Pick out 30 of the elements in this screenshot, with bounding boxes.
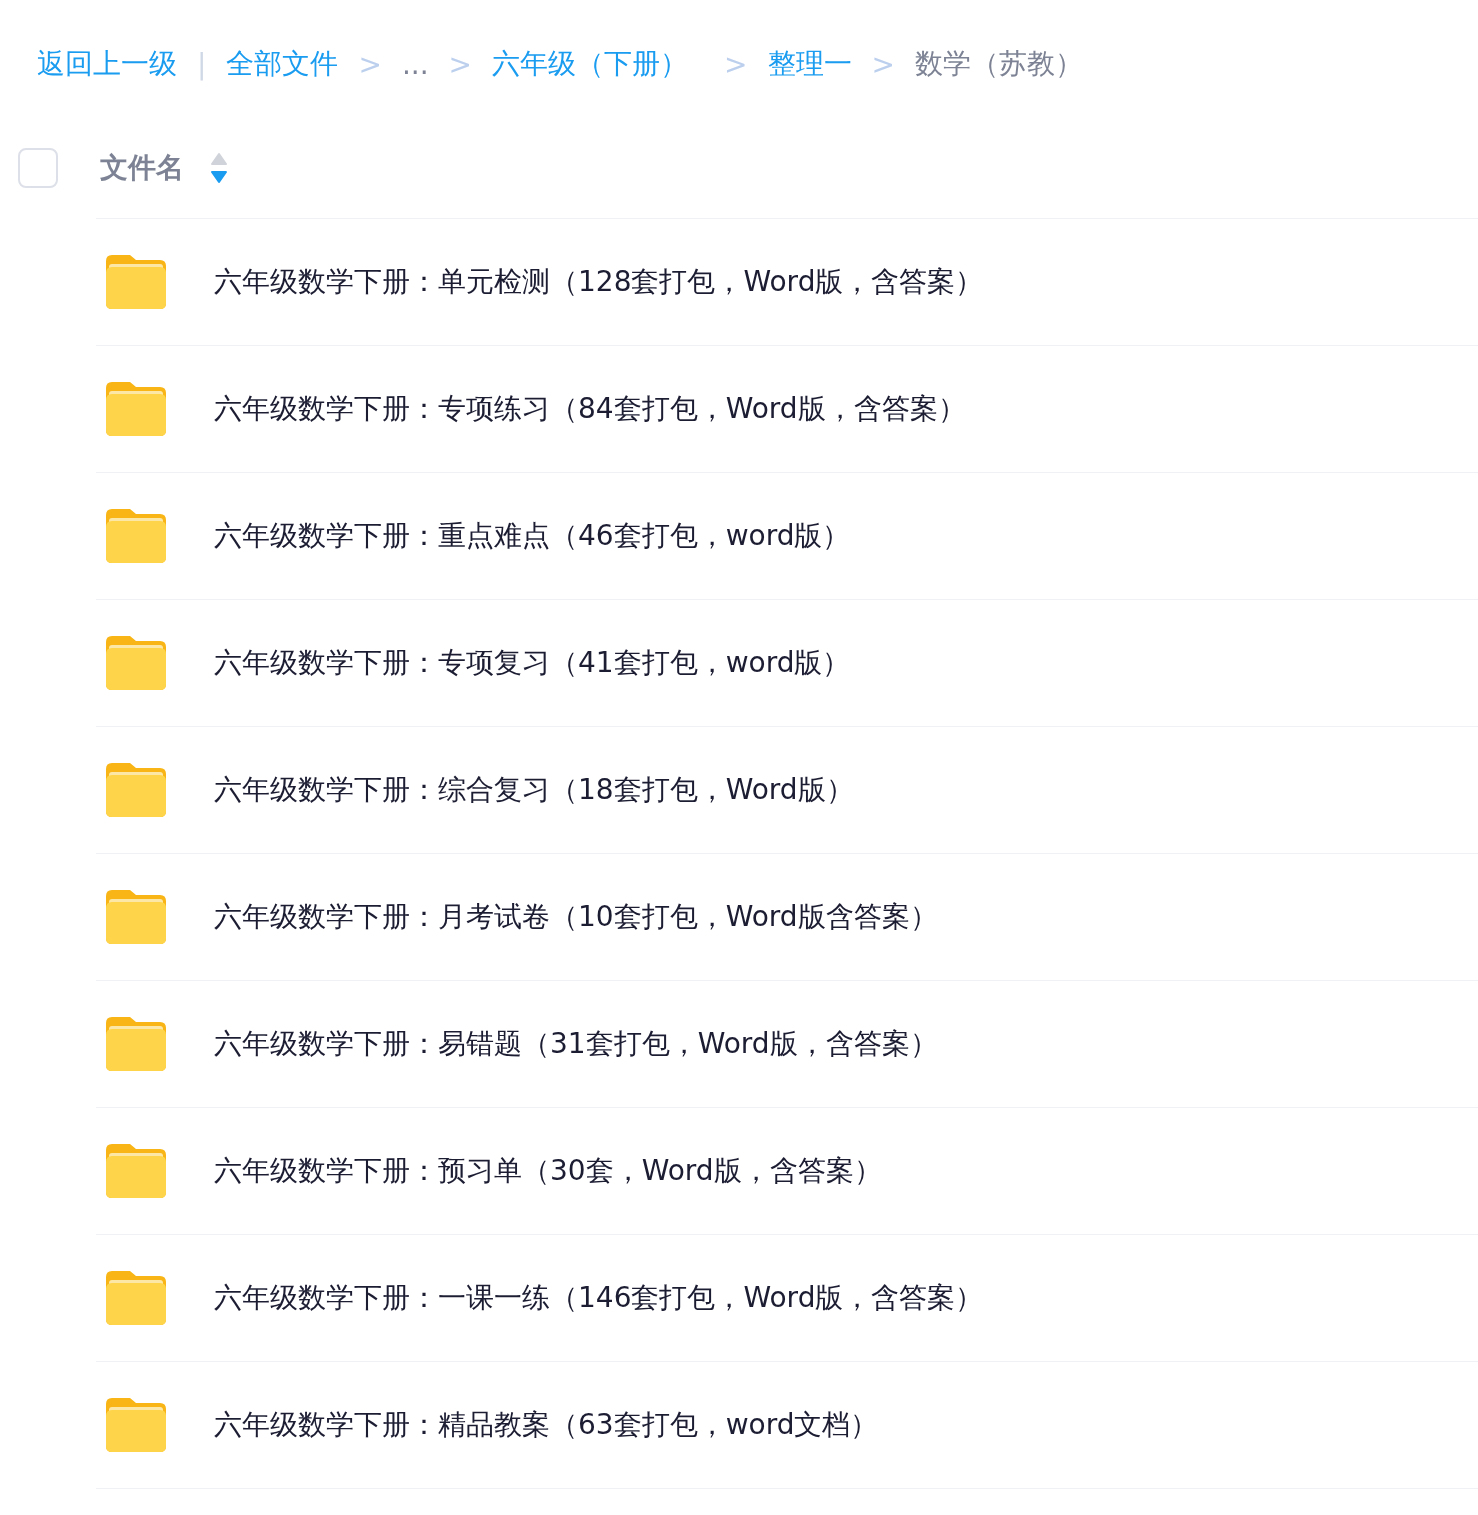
breadcrumb-separator: > [358,47,382,81]
folder-icon [106,636,166,690]
folder-icon [106,1017,166,1071]
breadcrumb-current: 数学（苏教） [915,46,1083,82]
breadcrumb-divider: | [197,47,207,81]
folder-name[interactable]: 六年级数学下册：专项练习（84套打包，Word版，含答案） [214,390,966,428]
folder-icon [106,1398,166,1452]
breadcrumb-separator: > [448,47,473,81]
folder-name[interactable]: 六年级数学下册：重点难点（46套打包，word版） [214,517,851,555]
sort-icon[interactable] [210,152,228,184]
folder-name[interactable]: 六年级数学下册：综合复习（18套打包，Word版） [214,771,854,809]
folder-name[interactable]: 六年级数学下册：易错题（31套打包，Word版，含答案） [214,1025,938,1063]
select-all-checkbox[interactable] [18,148,58,188]
folder-icon [106,509,166,563]
folder-icon [106,763,166,817]
folder-name[interactable]: 六年级数学下册：月考试卷（10套打包，Word版含答案） [214,898,938,936]
folder-icon [106,890,166,944]
folder-name[interactable]: 六年级数学下册：一课一练（146套打包，Word版，含答案） [214,1279,984,1317]
folder-icon [106,382,166,436]
folder-name[interactable]: 六年级数学下册：单元检测（128套打包，Word版，含答案） [214,263,984,301]
breadcrumb-separator: > [871,47,895,81]
folder-icon [106,1144,166,1198]
folder-name[interactable]: 六年级数学下册：专项复习（41套打包，word版） [214,644,851,682]
folder-name[interactable]: 六年级数学下册：精品教案（63套打包，word文档） [214,1406,879,1444]
folder-icon [106,1271,166,1325]
folder-name[interactable]: 六年级数学下册：预习单（30套，Word版，含答案） [214,1152,882,1190]
folder-icon [106,255,166,309]
column-header: 文件名 [100,150,184,186]
breadcrumb-separator: > [724,47,748,81]
breadcrumb-ellipsis: ... [401,47,429,81]
